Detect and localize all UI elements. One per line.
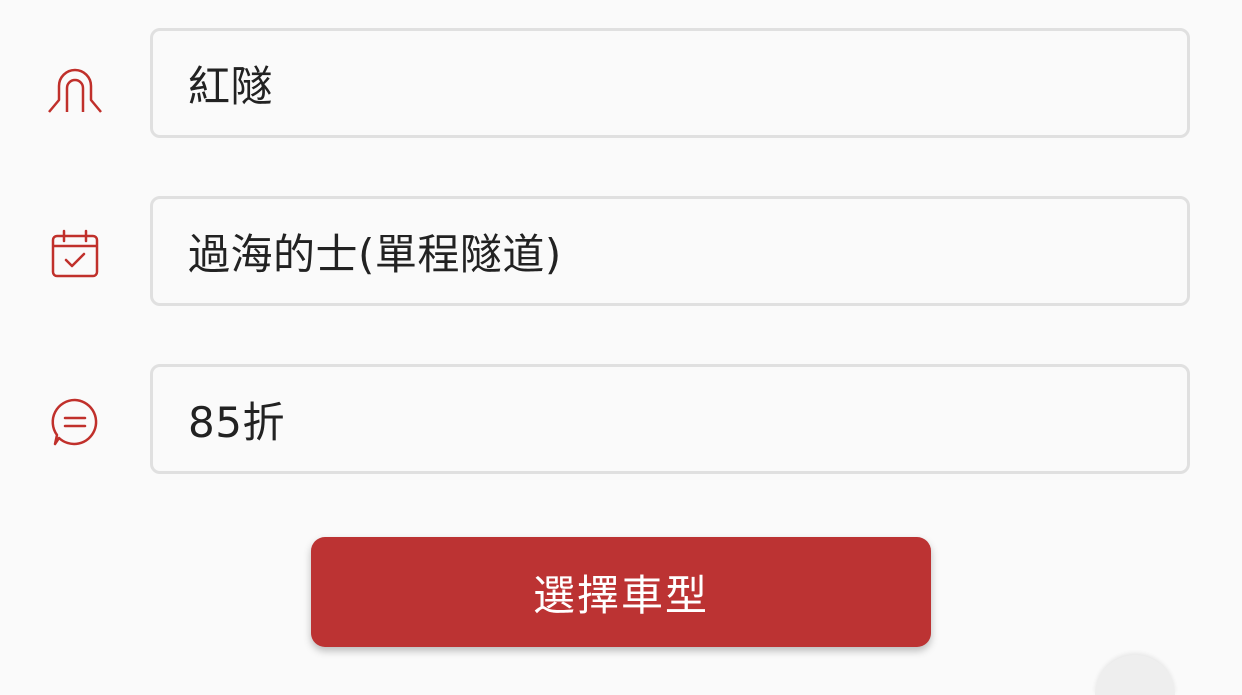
tunnel-field-value: 紅隧 bbox=[188, 61, 274, 111]
select-vehicle-button[interactable]: 選擇車型 bbox=[311, 537, 931, 647]
tunnel-icon bbox=[45, 56, 105, 116]
tunnel-field[interactable]: 紅隧 bbox=[150, 28, 1190, 138]
chat-bubble-icon bbox=[45, 392, 105, 452]
ride-type-field[interactable]: 過海的士(單程隧道) bbox=[150, 196, 1190, 306]
tunnel-row: 紅隧 bbox=[0, 28, 1242, 142]
ride-type-row: 過海的士(單程隧道) bbox=[0, 196, 1242, 310]
floating-action-button[interactable] bbox=[1095, 655, 1175, 695]
calendar-check-icon bbox=[45, 224, 105, 284]
ride-type-field-value: 過海的士(單程隧道) bbox=[188, 229, 562, 279]
discount-row: 85折 bbox=[0, 364, 1242, 478]
select-vehicle-button-label: 選擇車型 bbox=[532, 570, 709, 620]
discount-field-value: 85折 bbox=[188, 397, 285, 447]
discount-field[interactable]: 85折 bbox=[150, 364, 1190, 474]
